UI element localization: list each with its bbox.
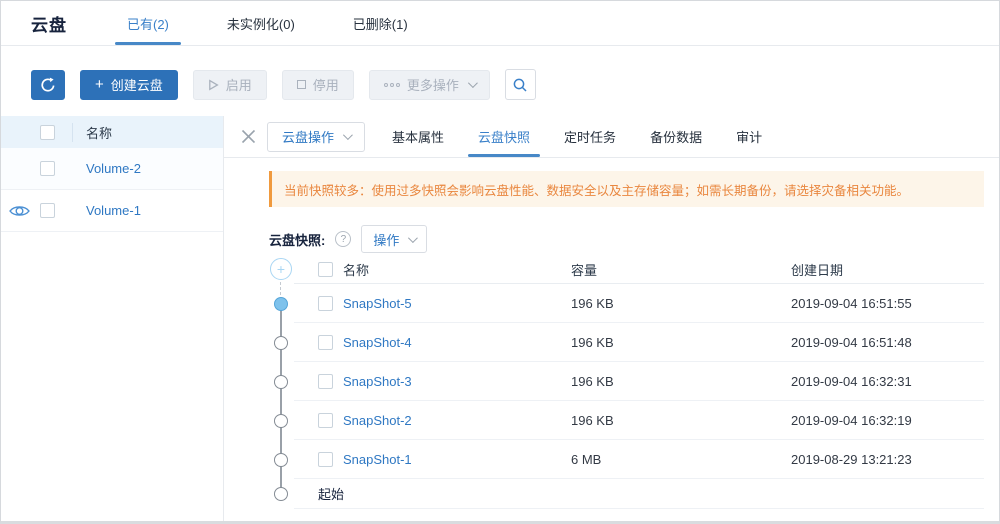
snapshot-checkbox[interactable]	[318, 296, 333, 311]
snapshot-table: + 名称 容量 创建日期 SnapShot-5196 KB2019-09-04 …	[269, 256, 984, 509]
chevron-down-icon	[408, 233, 418, 243]
snapshot-size: 196 KB	[571, 296, 791, 311]
volume-actions-label: 云盘操作	[282, 127, 334, 146]
snapshot-row: SnapShot-4 196 KB2019-09-04 16:51:48	[294, 323, 984, 362]
main-tab[interactable]: 已删除(1)	[343, 1, 418, 45]
snapshot-name-link[interactable]: SnapShot-1	[343, 452, 412, 467]
snapshot-name-link[interactable]: SnapShot-3	[343, 374, 412, 389]
create-volume-button[interactable]: + 创建云盘	[80, 70, 178, 100]
detail-tab[interactable]: 定时任务	[554, 116, 626, 157]
volume-name-link[interactable]: Volume-2	[86, 161, 141, 176]
snapshot-checkbox[interactable]	[318, 413, 333, 428]
snapshot-name-cell: SnapShot-4	[343, 335, 571, 350]
snapshot-name-cell: SnapShot-5	[343, 296, 571, 311]
snapshot-row: SnapShot-5 196 KB2019-09-04 16:51:55	[294, 284, 984, 323]
main-tab[interactable]: 已有(2)	[117, 1, 179, 45]
snapshot-date: 2019-08-29 13:21:23	[791, 452, 984, 467]
snapshot-name-link[interactable]: SnapShot-5	[343, 296, 412, 311]
page-title: 云盘	[31, 11, 67, 36]
column-header-name: 名称	[343, 260, 571, 279]
volume-rows: Volume-2 Volume-1	[1, 148, 223, 232]
snapshot-name-cell: SnapShot-3	[343, 374, 571, 389]
disable-button[interactable]: 停用	[282, 70, 354, 100]
main-tab[interactable]: 未实例化(0)	[217, 1, 305, 45]
snapshot-row: SnapShot-1 6 MB2019-08-29 13:21:23	[294, 440, 984, 479]
ellipsis-icon	[384, 83, 400, 87]
timeline-origin-dot	[274, 487, 288, 501]
snapshot-row: SnapShot-2 196 KB2019-09-04 16:32:19	[294, 401, 984, 440]
snapshot-date: 2019-09-04 16:32:19	[791, 413, 984, 428]
snapshot-actions-label: 操作	[373, 230, 399, 249]
more-actions-label: 更多操作	[407, 75, 459, 94]
snapshot-name-link[interactable]: SnapShot-2	[343, 413, 412, 428]
column-header-date: 创建日期	[791, 260, 984, 279]
snapshot-checkbox[interactable]	[318, 374, 333, 389]
snapshot-section-header: 云盘快照: ? 操作	[269, 225, 999, 253]
refresh-icon	[40, 77, 56, 93]
create-volume-label: 创建云盘	[111, 75, 163, 94]
snapshot-row: SnapShot-3 196 KB2019-09-04 16:32:31	[294, 362, 984, 401]
volume-checkbox[interactable]	[40, 161, 55, 176]
plus-icon: +	[95, 77, 104, 92]
timeline-origin-row: 起始	[294, 479, 984, 509]
snapshot-section-label: 云盘快照:	[269, 230, 325, 249]
volume-row[interactable]: Volume-1	[1, 190, 223, 232]
column-header-size: 容量	[571, 260, 791, 279]
volume-actions-dropdown[interactable]: 云盘操作	[267, 122, 365, 152]
snapshot-size: 196 KB	[571, 413, 791, 428]
origin-label: 起始	[318, 484, 344, 503]
snapshot-name-link[interactable]: SnapShot-4	[343, 335, 412, 350]
page-header: 云盘 已有(2) 未实例化(0) 已删除(1)	[1, 1, 999, 46]
stop-icon	[297, 80, 306, 89]
snapshot-checkbox[interactable]	[318, 452, 333, 467]
main-tabs: 已有(2) 未实例化(0) 已删除(1)	[117, 1, 456, 45]
detail-header: 云盘操作 基本属性云盘快照定时任务备份数据审计	[224, 116, 999, 158]
snapshot-checkbox[interactable]	[318, 335, 333, 350]
snapshot-date: 2019-09-04 16:32:31	[791, 374, 984, 389]
snapshot-table-header: 名称 容量 创建日期	[294, 256, 984, 284]
enable-label: 启用	[226, 75, 252, 94]
detail-tab[interactable]: 备份数据	[640, 116, 712, 157]
volume-list-header: 名称	[1, 116, 223, 148]
select-all-volumes-checkbox[interactable]	[40, 125, 55, 140]
snapshot-size: 196 KB	[571, 335, 791, 350]
detail-tabs: 基本属性云盘快照定时任务备份数据审计	[375, 116, 779, 157]
toolbar: + 创建云盘 启用 停用 更多操作	[1, 46, 999, 100]
snapshot-rows: SnapShot-5196 KB2019-09-04 16:51:55SnapS…	[269, 284, 984, 479]
snapshot-name-cell: SnapShot-1	[343, 452, 571, 467]
refresh-button[interactable]	[31, 70, 65, 100]
detail-tab[interactable]: 基本属性	[382, 116, 454, 157]
snapshot-warning-banner: 当前快照较多：使用过多快照会影响云盘性能、数据安全以及主存储容量；如需长期备份，…	[269, 171, 984, 207]
select-all-snapshots-checkbox[interactable]	[318, 262, 333, 277]
help-icon[interactable]: ?	[335, 231, 351, 247]
chevron-down-icon	[468, 78, 478, 88]
volume-name-link[interactable]: Volume-1	[86, 203, 141, 218]
warning-text: 当前快照较多：使用过多快照会影响云盘性能、数据安全以及主存储容量；如需长期备份，…	[284, 180, 909, 199]
snapshot-date: 2019-09-04 16:51:55	[791, 296, 984, 311]
snapshot-name-cell: SnapShot-2	[343, 413, 571, 428]
volume-detail-panel: 云盘操作 基本属性云盘快照定时任务备份数据审计 当前快照较多：使用过多快照会影响…	[224, 116, 999, 521]
cloud-disk-page: 云盘 已有(2) 未实例化(0) 已删除(1) + 创建云盘 启用 停用 更多操作	[0, 0, 1000, 524]
volume-row[interactable]: Volume-2	[1, 148, 223, 190]
chevron-down-icon	[343, 130, 353, 140]
search-icon	[512, 77, 528, 93]
snapshot-date: 2019-09-04 16:51:48	[791, 335, 984, 350]
snapshot-actions-dropdown[interactable]: 操作	[361, 225, 427, 253]
watching-eye-icon	[9, 204, 30, 218]
search-button[interactable]	[505, 69, 536, 100]
close-icon[interactable]	[241, 129, 256, 144]
more-actions-button[interactable]: 更多操作	[369, 70, 490, 100]
name-column-header: 名称	[86, 123, 112, 142]
add-snapshot-button[interactable]: +	[270, 258, 292, 280]
play-icon	[208, 79, 219, 91]
snapshot-size: 196 KB	[571, 374, 791, 389]
snapshot-size: 6 MB	[571, 452, 791, 467]
disable-label: 停用	[313, 75, 339, 94]
enable-button[interactable]: 启用	[193, 70, 267, 100]
volume-list-panel: 名称 Volume-2 Volume-1	[1, 116, 224, 521]
volume-checkbox[interactable]	[40, 203, 55, 218]
detail-tab[interactable]: 审计	[726, 116, 772, 157]
detail-tab[interactable]: 云盘快照	[468, 116, 540, 157]
